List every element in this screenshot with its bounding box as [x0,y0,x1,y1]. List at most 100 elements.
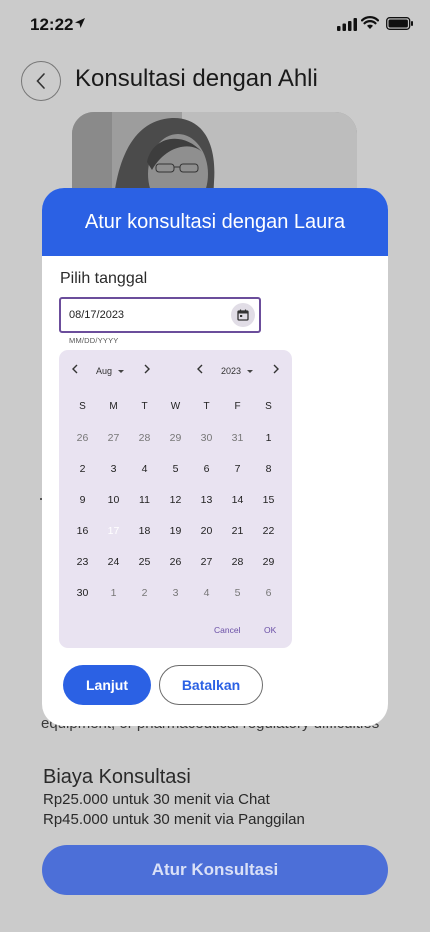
calendar-day-label: 25 [138,556,151,568]
calendar-day-label: 22 [262,525,275,537]
next-button[interactable]: Lanjut [63,665,151,705]
calendar-day[interactable]: 20 [191,518,222,544]
next-year-button[interactable] [268,361,284,377]
calendar-day-label: 28 [231,556,244,568]
calendar-day[interactable]: 28 [129,425,160,451]
calendar-day[interactable]: 28 [222,549,253,575]
date-value: 08/17/2023 [69,309,125,321]
calendar-day[interactable]: 4 [191,580,222,606]
year-value: 2023 [221,366,242,376]
calendar-day[interactable]: 29 [160,425,191,451]
calendar-day-label: 24 [107,556,120,568]
weekday-header: W [170,401,181,412]
calendar-day[interactable]: 12 [160,487,191,513]
wifi-icon [361,16,379,29]
calendar-day[interactable]: 9 [67,487,98,513]
weekday-header: T [203,401,210,412]
calendar-day-label: 11 [139,494,150,506]
page-title: Konsultasi dengan Ahli [75,65,318,92]
calendar-day-label: 7 [234,463,241,475]
calendar-toggle-button[interactable] [231,303,255,327]
dialog-title: Atur konsultasi dengan Laura [84,210,346,233]
calendar-day[interactable]: 25 [129,549,160,575]
calendar-day-selected[interactable]: 17 [98,517,129,544]
calendar-day-label: 30 [76,587,89,599]
calendar-day[interactable]: 2 [67,456,98,482]
calendar-day[interactable]: 18 [129,518,160,544]
prev-year-button[interactable] [192,361,208,377]
calendar-day[interactable]: 5 [222,580,253,606]
fee-chat: Rp25.000 untuk 30 menit via Chat [43,791,270,808]
date-label: Pilih tanggal [60,270,148,287]
calendar-day[interactable]: 1 [253,425,284,451]
calendar-day[interactable]: 26 [160,549,191,575]
month-value: Aug [96,366,113,376]
calendar-ok-button[interactable]: OK [264,625,276,635]
calendar-day[interactable]: 1 [98,580,129,606]
calendar-day[interactable]: 5 [160,456,191,482]
calendar-day-label: 26 [169,556,182,568]
calendar-day[interactable]: 11 [129,487,160,513]
year-select[interactable]: 2023 [221,366,254,376]
date-field[interactable]: 08/17/2023 [59,297,261,333]
calendar-day[interactable]: 30 [67,580,98,606]
calendar-day[interactable]: 16 [67,518,98,544]
cancel-button[interactable]: Batalkan [159,665,263,705]
prev-month-button[interactable] [67,361,83,377]
calendar-day[interactable]: 29 [253,549,284,575]
calendar-day[interactable]: 13 [191,487,222,513]
calendar-day[interactable]: 14 [222,487,253,513]
calendar-day[interactable]: 3 [160,580,191,606]
calendar-day-label: 3 [110,463,117,475]
calendar-day-label: 27 [107,432,120,444]
calendar-day-label: 23 [76,556,89,568]
calendar-day[interactable]: 27 [191,549,222,575]
calendar-day-label: 20 [200,525,213,537]
dropdown-caret-icon [247,370,254,374]
calendar-day[interactable]: 2 [129,580,160,606]
calendar-day[interactable]: 10 [98,487,129,513]
calendar-day-label: 29 [262,556,275,568]
calendar-day-label: 14 [231,494,244,506]
calendar-day[interactable]: 23 [67,549,98,575]
calendar-day[interactable]: 31 [222,425,253,451]
month-select[interactable]: Aug [96,366,125,376]
calendar-day-label: 2 [79,463,86,475]
calendar-day[interactable]: 19 [160,518,191,544]
weekday-header: S [265,401,272,412]
calendar-day[interactable]: 27 [98,425,129,451]
calendar-day-label: 30 [200,432,213,444]
chevron-left-icon [72,364,78,374]
date-format-hint: MM/DD/YYYY [69,336,119,345]
schedule-consultation-button[interactable]: Atur Konsultasi [42,845,388,895]
calendar-day[interactable]: 22 [253,518,284,544]
battery-icon [386,17,413,30]
calendar-day-label: 31 [231,432,244,444]
status-bar: 12:22 [0,0,430,50]
calendar-day[interactable]: 24 [98,549,129,575]
calendar-day[interactable]: 15 [253,487,284,513]
calendar-day-label: 15 [262,494,275,506]
calendar-day-label: 18 [138,525,151,537]
calendar-day[interactable]: 21 [222,518,253,544]
calendar-day-label: 21 [231,525,244,537]
calendar-day[interactable]: 3 [98,456,129,482]
calendar-day[interactable]: 6 [191,456,222,482]
calendar-day-label: 29 [169,432,182,444]
calendar-day[interactable]: 6 [253,580,284,606]
fee-title: Biaya Konsultasi [43,766,191,788]
calendar-day[interactable]: 8 [253,456,284,482]
calendar-day[interactable]: 4 [129,456,160,482]
calendar-day[interactable]: 7 [222,456,253,482]
back-button[interactable] [21,61,61,101]
calendar-cancel-button[interactable]: Cancel [214,625,240,635]
calendar-day[interactable]: 30 [191,425,222,451]
weekday-header: M [109,401,118,412]
calendar-day-label: 19 [169,525,182,537]
calendar-day[interactable]: 26 [67,425,98,451]
calendar-day-label: 4 [141,463,148,475]
calendar-day-label: 6 [265,587,272,599]
calendar-day-label: 13 [200,494,213,506]
next-month-button[interactable] [139,361,155,377]
fee-call: Rp45.000 untuk 30 menit via Panggilan [43,811,305,828]
